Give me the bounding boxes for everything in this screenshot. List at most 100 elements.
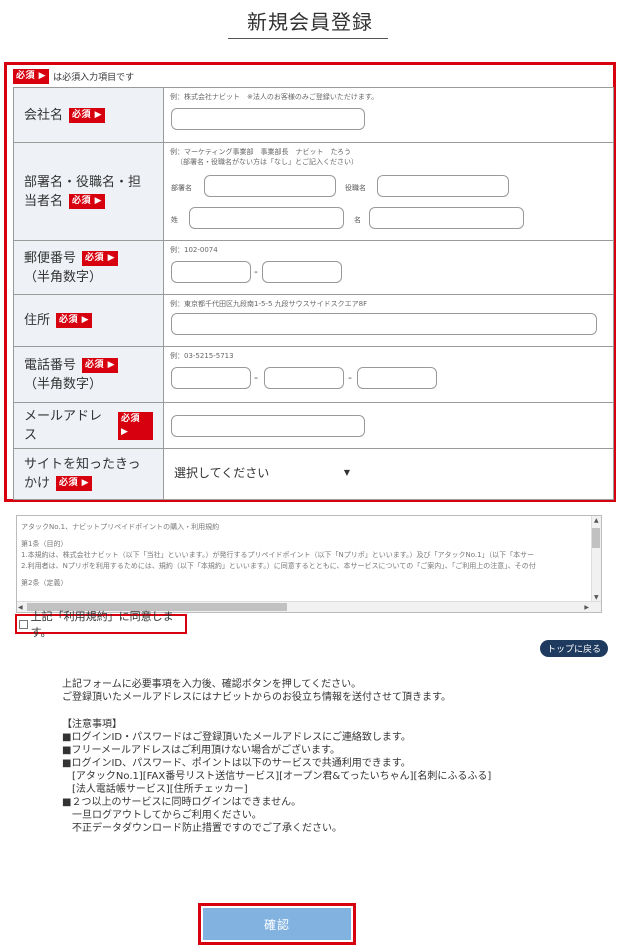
required-badge: 必須 ▶: [69, 107, 106, 123]
label-address: 住所 必須 ▶: [14, 295, 164, 346]
required-badge: 必須 ▶: [117, 411, 153, 440]
registration-form: 必須 ▶ は必須入力項目です 会社名 必須 ▶ 例：株式会社ナビット ※法人のお…: [4, 62, 616, 502]
back-to-top-button[interactable]: トップに戻る: [540, 640, 609, 657]
last-name-label: 姓: [171, 216, 178, 224]
required-badge: 必須 ▶: [56, 476, 93, 491]
phone-dash-2: -: [348, 371, 352, 384]
postal-label: 郵便番号: [24, 250, 77, 266]
row-person: 部署名・役職名・担当者名 必須 ▶ 例：マーケティング事業部 事業部長 ナビット …: [13, 142, 614, 240]
note-3: ■ログインID、パスワード、ポイントは以下のサービスで共通利用できます。: [62, 758, 411, 769]
instruction-line-2: ご登録頂いたメールアドレスにはナビットからのお役立ち情報を送付させて頂きます。: [62, 692, 451, 703]
terms-article-2: 第2条（定義）: [21, 579, 68, 587]
scroll-down-icon[interactable]: ▼: [594, 594, 599, 601]
required-badge: 必須 ▶: [82, 357, 119, 373]
phone-input-1[interactable]: [171, 367, 251, 389]
label-phone: 電話番号 必須 ▶ （半角数字）: [14, 347, 164, 402]
email-input[interactable]: [171, 415, 365, 437]
cell-postal: 例：102-0074 -: [164, 241, 613, 294]
label-postal: 郵便番号 必須 ▶ （半角数字）: [14, 241, 164, 294]
terms-vertical-scrollbar[interactable]: ▲ ▼: [591, 516, 601, 602]
source-select[interactable]: 選択してください ▼: [174, 461, 354, 483]
required-legend: 必須 ▶ は必須入力項目です: [13, 69, 134, 84]
source-select-value: 選択してください: [174, 465, 270, 480]
position-label: 役職名: [345, 184, 366, 192]
row-postal: 郵便番号 必須 ▶ （半角数字） 例：102-0074 -: [13, 240, 614, 294]
notes-heading: 【注意事項】: [62, 719, 122, 730]
note-1: ■ログインID・パスワードはご登録頂いたメールアドレスにご連絡致します。: [62, 732, 411, 743]
agree-checkbox[interactable]: [19, 619, 28, 629]
postal-input-2[interactable]: [262, 261, 342, 283]
cell-phone: 例：03-5215-5713 - -: [164, 347, 613, 402]
note-3a: [アタックNo.1][FAX番号リスト送信サービス][オープン君&てったいちゃん…: [62, 771, 492, 782]
scroll-right-icon[interactable]: ▶: [584, 604, 589, 611]
note-3b: [法人電話帳サービス][住所チェッカー]: [62, 784, 248, 795]
person-hint-2: （部署名・役職名がない方は「なし」とご記入ください）: [176, 158, 358, 166]
dept-label: 部署名: [171, 184, 192, 192]
cell-company: 例：株式会社ナビット ※法人のお客様のみご登録いただけます。: [164, 88, 613, 142]
required-badge: 必須 ▶: [13, 69, 50, 84]
person-hint-1: 例：マーケティング事業部 事業部長 ナビット たろう: [170, 148, 352, 156]
agree-label[interactable]: 上記「利用規約」に同意します。: [31, 608, 185, 640]
first-name-label: 名: [354, 216, 361, 224]
instruction-line-1: 上記フォームに必要事項を入力後、確認ボタンを押してください。: [62, 679, 362, 690]
required-legend-text: は必須入力項目です: [53, 73, 135, 83]
first-name-input[interactable]: [369, 207, 524, 229]
note-4: ■２つ以上のサービスに同時ログインはできません。: [62, 797, 302, 808]
address-label: 住所: [24, 313, 51, 328]
company-label: 会社名: [24, 107, 64, 123]
required-badge: 必須 ▶: [56, 313, 93, 328]
label-person: 部署名・役職名・担当者名 必須 ▶: [14, 143, 164, 240]
terms-title: アタックNo.1、ナビットプリペイドポイントの購入・利用規約: [21, 523, 220, 531]
confirm-button[interactable]: 確認: [203, 908, 351, 940]
postal-label-sub: （半角数字）: [24, 269, 103, 285]
cell-email: [164, 403, 613, 448]
page-title: 新規会員登録: [247, 10, 373, 34]
terms-line-1: 1.本規約は、株式会社ナビット（以下「当社」といいます。）が発行するプリペイドポ…: [21, 551, 535, 559]
cell-address: 例：東京都千代田区九段南1-5-5 九段サウスサイドスクエア8F: [164, 295, 613, 346]
phone-input-3[interactable]: [357, 367, 437, 389]
row-source: サイトを知ったきっかけ 必須 ▶ 選択してください ▼: [13, 448, 614, 500]
company-hint: 例：株式会社ナビット ※法人のお客様のみご登録いただけます。: [170, 93, 379, 101]
position-input[interactable]: [377, 175, 509, 197]
phone-label-sub: （半角数字）: [24, 376, 103, 392]
terms-box[interactable]: アタックNo.1、ナビットプリペイドポイントの購入・利用規約 第1条（目的） 1…: [16, 515, 602, 613]
phone-input-2[interactable]: [264, 367, 344, 389]
postal-input-1[interactable]: [171, 261, 251, 283]
title-underline: [228, 38, 388, 39]
note-4a: 一旦ログアウトしてからご利用ください。: [62, 810, 262, 821]
row-address: 住所 必須 ▶ 例：東京都千代田区九段南1-5-5 九段サウスサイドスクエア8F: [13, 294, 614, 346]
terms-article-1: 第1条（目的）: [21, 540, 68, 548]
required-badge: 必須 ▶: [69, 193, 106, 209]
note-4b: 不正データダウンロード防止措置ですのでご了承ください。: [62, 823, 342, 834]
required-badge: 必須 ▶: [82, 250, 119, 266]
scroll-up-icon[interactable]: ▲: [594, 517, 599, 524]
cell-source: 選択してください ▼: [164, 449, 613, 499]
terms-vertical-thumb[interactable]: [592, 528, 600, 548]
row-company: 会社名 必須 ▶ 例：株式会社ナビット ※法人のお客様のみご登録いただけます。: [13, 87, 614, 142]
terms-line-2: 2.利用者は、Nプリポを利用するためには、規約（以下「本規約」といいます。）に同…: [21, 562, 536, 570]
row-email: メールアドレス 必須 ▶: [13, 402, 614, 448]
last-name-input[interactable]: [189, 207, 344, 229]
dept-input[interactable]: [204, 175, 336, 197]
label-source: サイトを知ったきっかけ 必須 ▶: [14, 449, 164, 499]
address-hint: 例：東京都千代田区九段南1-5-5 九段サウスサイドスクエア8F: [170, 300, 368, 308]
form-rows: 会社名 必須 ▶ 例：株式会社ナビット ※法人のお客様のみご登録いただけます。 …: [13, 87, 614, 500]
postal-hint: 例：102-0074: [170, 246, 218, 254]
row-phone: 電話番号 必須 ▶ （半角数字） 例：03-5215-5713 - -: [13, 346, 614, 402]
note-2: ■フリーメールアドレスはご利用頂けない場合がございます。: [62, 745, 341, 756]
company-input[interactable]: [171, 108, 365, 130]
phone-label: 電話番号: [24, 357, 77, 373]
info-section: 上記フォームに必要事項を入力後、確認ボタンを押してください。 ご登録頂いたメール…: [62, 678, 491, 835]
phone-hint: 例：03-5215-5713: [170, 352, 234, 360]
label-email: メールアドレス 必須 ▶: [14, 403, 164, 448]
email-label: メールアドレス: [24, 408, 103, 443]
phone-dash-1: -: [254, 371, 258, 384]
postal-dash: -: [254, 265, 258, 278]
label-company: 会社名 必須 ▶: [14, 88, 164, 142]
agree-terms[interactable]: 上記「利用規約」に同意します。: [15, 610, 187, 639]
cell-person: 例：マーケティング事業部 事業部長 ナビット たろう （部署名・役職名がない方は…: [164, 143, 613, 240]
address-input[interactable]: [171, 313, 597, 335]
chevron-down-icon: ▼: [343, 467, 350, 477]
scroll-left-icon[interactable]: ◀: [18, 604, 23, 611]
confirm-button-frame: 確認: [198, 903, 356, 945]
